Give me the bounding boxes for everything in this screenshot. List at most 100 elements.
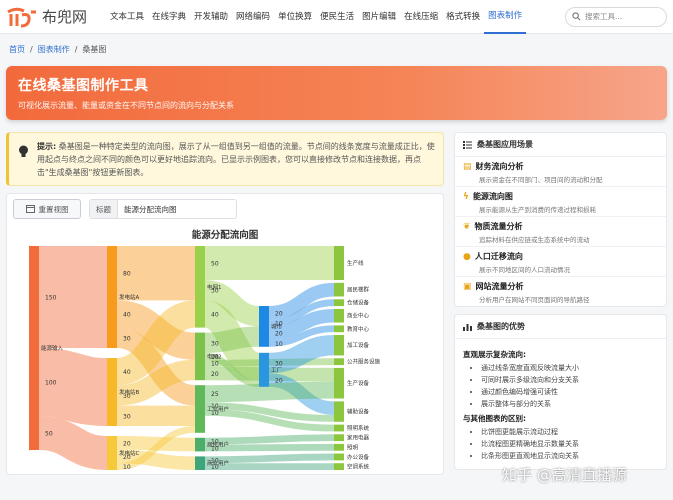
brand-name: 布兜网 bbox=[42, 8, 88, 26]
sankey-node-4[interactable] bbox=[195, 246, 205, 328]
nav-item-text-tools[interactable]: 文本工具 bbox=[106, 0, 148, 34]
sankey-node-0[interactable] bbox=[29, 246, 39, 450]
sankey-node-8[interactable] bbox=[195, 456, 205, 470]
tip-text: 桑基图是一种特定类型的流向图，展示了从一组值到另一组值的流量。节点间的线条宽度与… bbox=[37, 142, 435, 177]
nav-item-image-edit[interactable]: 图片编辑 bbox=[358, 0, 400, 34]
nav-item-unit-convert[interactable]: 单位换算 bbox=[274, 0, 316, 34]
sankey-node-1[interactable] bbox=[107, 246, 117, 348]
chart-toolbar: 重置视图 标题 能源分配流向图 bbox=[7, 194, 443, 224]
app-item-energy[interactable]: ϟ 能源流向图 展示能源从生产到消费的传递过程和损耗 bbox=[455, 187, 666, 217]
page-title: 在线桑基图制作工具 bbox=[18, 78, 149, 94]
app-item-title: 网站流量分析 bbox=[475, 282, 524, 291]
app-item-desc: 展示资金在不同部门、项目间的流动和分配 bbox=[479, 176, 603, 184]
sankey-node-24[interactable] bbox=[334, 463, 344, 470]
sankey-node-2[interactable] bbox=[107, 358, 117, 426]
nav-item-encoding[interactable]: 网络编码 bbox=[232, 0, 274, 34]
advantage-item: 展示整体与部分的关系 bbox=[481, 399, 658, 409]
sankey-chart[interactable]: 能源分配流向图 150 100 50 80 40 30 40 30 30 20 20 10 50 30 40… bbox=[7, 224, 443, 474]
logo[interactable]: 布兜网 bbox=[6, 6, 106, 28]
sankey-link-28[interactable] bbox=[204, 434, 335, 445]
sankey-node-14[interactable] bbox=[334, 308, 344, 323]
advantages-title: 桑基图的优势 bbox=[477, 322, 525, 331]
sankey-node-label: 加工设备 bbox=[347, 341, 370, 349]
sankey-node-21[interactable] bbox=[334, 434, 344, 442]
sankey-link-value-label: 50 bbox=[211, 261, 219, 268]
sankey-node-20[interactable] bbox=[334, 424, 344, 432]
sankey-link-value-label: 20 bbox=[123, 440, 131, 447]
sankey-link-30[interactable] bbox=[204, 453, 335, 464]
breadcrumb-home[interactable]: 首页 bbox=[9, 44, 25, 55]
left-column: 提示: 桑基图是一种特定类型的流向图，展示了从一组值到另一组值的流量。节点间的线… bbox=[6, 132, 444, 477]
nav-item-format-convert[interactable]: 格式转换 bbox=[442, 0, 484, 34]
search-icon bbox=[572, 12, 581, 21]
sankey-node-label: 照明系统 bbox=[347, 424, 370, 432]
nav-item-dictionary[interactable]: 在线字典 bbox=[148, 0, 190, 34]
sankey-link-value-label: 10 bbox=[123, 464, 131, 471]
sankey-link-value-label: 30 bbox=[123, 413, 131, 420]
sankey-node-9[interactable] bbox=[259, 306, 269, 347]
sankey-node-16[interactable] bbox=[334, 335, 344, 356]
breadcrumb-category[interactable]: 图表制作 bbox=[38, 44, 70, 55]
comparison-item: 比条形图更直观地显示流向关系 bbox=[481, 451, 658, 461]
sankey-node-label: 居民用户 bbox=[207, 441, 229, 449]
sankey-node-label: 能源输入 bbox=[41, 344, 64, 352]
nav-item-life[interactable]: 便民生活 bbox=[316, 0, 358, 34]
app-item-finance[interactable]: ▤ 财务流向分析 展示资金在不同部门、项目间的流动和分配 bbox=[455, 157, 666, 187]
advantage-item: 可同时展示多级流向和分支关系 bbox=[481, 375, 658, 385]
logo-icon bbox=[7, 7, 36, 27]
sankey-node-12[interactable] bbox=[334, 282, 344, 297]
sankey-node-label: 生产设备 bbox=[347, 379, 370, 387]
sankey-node-19[interactable] bbox=[334, 401, 344, 422]
breadcrumb-current: 桑基图 bbox=[82, 44, 107, 54]
app-item-title: 人口迁移流向 bbox=[474, 252, 523, 261]
sankey-link-value-label: 40 bbox=[211, 312, 219, 319]
sankey-node-22[interactable] bbox=[334, 443, 344, 451]
reset-icon bbox=[25, 205, 35, 213]
sankey-link-value-label: 10 bbox=[211, 361, 219, 368]
sankey-node-7[interactable] bbox=[195, 437, 205, 452]
sankey-link-value-label: 100 bbox=[45, 380, 57, 387]
reset-view-button[interactable]: 重置视图 bbox=[13, 199, 81, 219]
sankey-node-label: 城市 bbox=[271, 322, 283, 330]
watermark: 知乎 @高清直播源 bbox=[502, 466, 627, 484]
nav-item-charts[interactable]: 图表制作 bbox=[484, 0, 527, 34]
sankey-node-10[interactable] bbox=[259, 352, 269, 387]
sankey-link-value-label: 30 bbox=[123, 335, 131, 342]
sankey-node-17[interactable] bbox=[334, 358, 344, 366]
nav-item-dev-tools[interactable]: 开发辅助 bbox=[190, 0, 232, 34]
sankey-node-label: 工业用户 bbox=[207, 405, 229, 413]
sankey-node-label: 照明 bbox=[347, 444, 359, 451]
sankey-node-5[interactable] bbox=[195, 332, 205, 381]
sankey-node-label: 生产线 bbox=[347, 259, 364, 267]
search-placeholder: 搜索工具... bbox=[585, 12, 623, 21]
app-item-material[interactable]: ❦ 物质流量分析 追踪材料在供应链或生态系统中的流动 bbox=[455, 217, 666, 247]
sankey-link-25[interactable] bbox=[204, 381, 335, 403]
title-input[interactable]: 能源分配流向图 bbox=[118, 200, 236, 218]
sankey-node-18[interactable] bbox=[334, 367, 344, 399]
comparison-item: 比饼图更能展示流动过程 bbox=[481, 427, 658, 437]
search-input[interactable]: 搜索工具... bbox=[565, 6, 667, 27]
sankey-node-3[interactable] bbox=[107, 436, 117, 470]
sankey-link-value-label: 20 bbox=[275, 310, 283, 317]
sankey-node-label: 居民楼群 bbox=[347, 286, 370, 294]
sankey-node-13[interactable] bbox=[334, 299, 344, 307]
right-column: 桑基图应用场景 ▤ 财务流向分析 展示资金在不同部门、项目间的流动和分配 ϟ 能源流… bbox=[454, 132, 667, 477]
app-item-title: 财务流向分析 bbox=[475, 162, 524, 171]
chart-panel: 重置视图 标题 能源分配流向图 能源分配流向图 150 100 50 80 40 30 40… bbox=[6, 193, 444, 475]
people-icon: ● bbox=[463, 251, 471, 262]
app-item-desc: 展示不同地区间的人口流动情况 bbox=[479, 266, 570, 274]
advantages-section-title: 直观展示复杂流向: bbox=[463, 350, 526, 359]
sankey-node-15[interactable] bbox=[334, 325, 344, 333]
sankey-node-11[interactable] bbox=[334, 246, 344, 280]
app-item-migration[interactable]: ● 人口迁移流向 展示不同地区间的人口流动情况 bbox=[455, 247, 666, 277]
sankey-node-label: 辅助设备 bbox=[347, 408, 370, 416]
applications-header: 桑基图应用场景 bbox=[455, 133, 666, 157]
nav-item-compress[interactable]: 在线压缩 bbox=[400, 0, 442, 34]
sankey-node-6[interactable] bbox=[195, 385, 205, 433]
sankey-node-23[interactable] bbox=[334, 453, 344, 461]
list-icon bbox=[463, 140, 472, 149]
sankey-node-label: 教育中心 bbox=[347, 325, 370, 333]
app-item-web-traffic[interactable]: ▣ 网站流量分析 分析用户在网站不同页面间的导航路径 bbox=[455, 277, 666, 306]
comparison-list: 比饼图更能展示流动过程 比流程图更精确地显示数量关系 比条形图更直观地显示流向关… bbox=[463, 427, 658, 461]
comparison-section-title: 与其他图表的区别: bbox=[463, 414, 526, 423]
